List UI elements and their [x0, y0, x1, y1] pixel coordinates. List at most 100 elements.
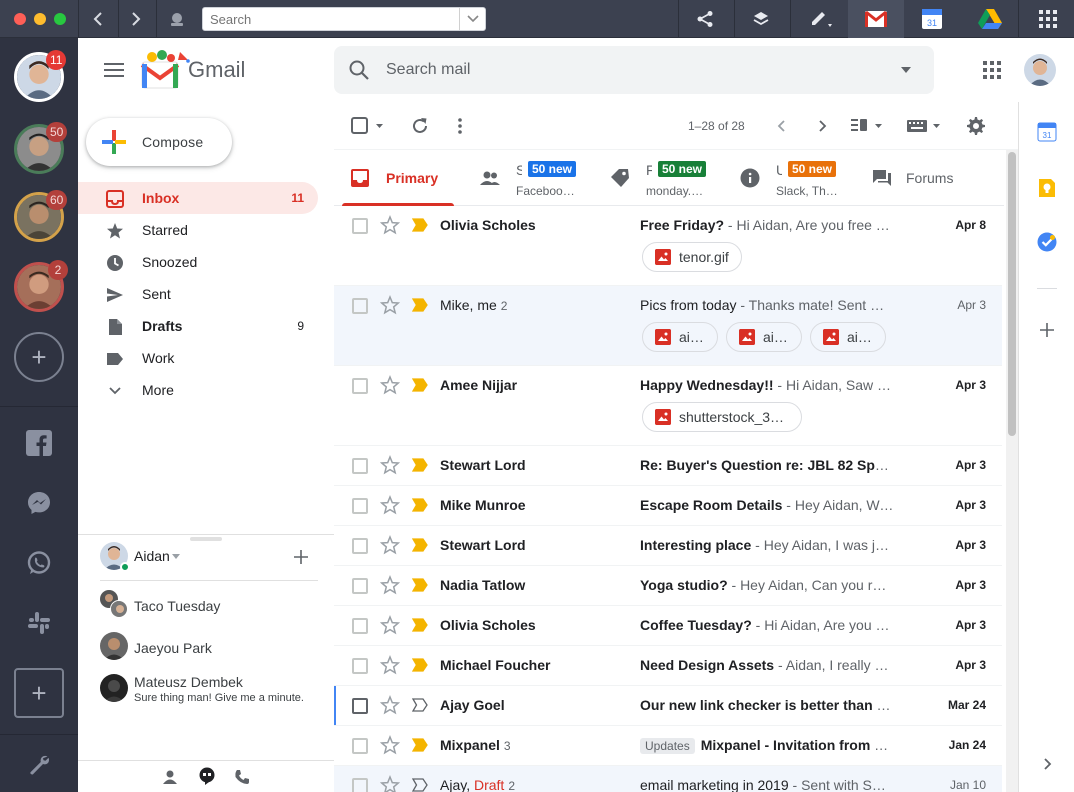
wrench-icon[interactable]: [24, 750, 54, 780]
star-icon[interactable]: [380, 455, 400, 475]
row-checkbox[interactable]: [352, 738, 368, 754]
importance-marker-icon[interactable]: [412, 778, 428, 792]
star-icon[interactable]: [380, 695, 400, 715]
input-tools-icon[interactable]: [906, 116, 946, 136]
search-icon[interactable]: [348, 59, 370, 81]
scrollbar-thumb[interactable]: [1008, 152, 1016, 436]
hangouts-contact[interactable]: Mateusz Dembek Sure thing man! Give me a…: [100, 674, 320, 714]
star-icon[interactable]: [380, 575, 400, 595]
row-checkbox[interactable]: [352, 578, 368, 594]
attachment-chip[interactable]: shutterstock_3…: [642, 402, 802, 432]
hangouts-resize-handle[interactable]: [190, 537, 222, 541]
row-checkbox[interactable]: [352, 618, 368, 634]
row-checkbox[interactable]: [352, 778, 368, 792]
attachment-chip[interactable]: ai…: [726, 322, 802, 352]
email-row[interactable]: Stewart Lord Interesting place - Hey Aida…: [334, 526, 1002, 566]
more-options-icon[interactable]: [450, 116, 470, 136]
email-row[interactable]: Stewart Lord Re: Buyer's Question re: JBL…: [334, 446, 1002, 486]
main-menu-icon[interactable]: [104, 60, 124, 80]
tab-forums-f[interactable]: F 50 new monday.…: [596, 150, 716, 206]
add-account-button[interactable]: +: [14, 332, 64, 382]
attachment-chip[interactable]: ai…: [810, 322, 886, 352]
settings-gear-icon[interactable]: [966, 116, 986, 136]
sidebar-item-starred[interactable]: Starred: [78, 214, 318, 246]
row-checkbox[interactable]: [352, 498, 368, 514]
search-options-icon[interactable]: [900, 66, 912, 74]
keep-panel-icon[interactable]: [1037, 178, 1057, 198]
add-addon-icon[interactable]: [1037, 320, 1057, 340]
star-icon[interactable]: [380, 775, 400, 792]
attachment-chip[interactable]: ai…: [642, 322, 718, 352]
older-page-icon[interactable]: [812, 116, 832, 136]
maximize-window-button[interactable]: [54, 13, 66, 25]
email-row[interactable]: Amee Nijjar Happy Wednesday!! - Hi Aidan,…: [334, 366, 1002, 446]
star-icon[interactable]: [380, 655, 400, 675]
sidebar-item-sent[interactable]: Sent: [78, 278, 318, 310]
email-row[interactable]: Nadia Tatlow Yoga studio? - Hey Aidan, Ca…: [334, 566, 1002, 606]
star-icon[interactable]: [380, 295, 400, 315]
sidebar-item-drafts[interactable]: Drafts 9: [78, 310, 318, 342]
importance-marker-icon[interactable]: [412, 538, 428, 552]
share-icon[interactable]: [690, 0, 720, 38]
tab-updates[interactable]: U 50 new Slack, Th…: [726, 150, 846, 206]
close-window-button[interactable]: [14, 13, 26, 25]
gmail-app-icon[interactable]: [848, 0, 904, 38]
importance-marker-icon[interactable]: [412, 498, 428, 512]
email-row[interactable]: Olivia Scholes Free Friday? - Hi Aidan, A…: [334, 206, 1002, 286]
whatsapp-icon[interactable]: [24, 548, 54, 578]
calendar-panel-icon[interactable]: 31: [1037, 122, 1057, 142]
profile-avatar[interactable]: [1024, 54, 1056, 86]
star-icon[interactable]: [380, 215, 400, 235]
facebook-icon[interactable]: [24, 428, 54, 458]
slack-icon[interactable]: [24, 608, 54, 638]
hangouts-me[interactable]: Aidan: [100, 542, 320, 578]
tab-primary[interactable]: Primary: [334, 150, 454, 206]
minimize-window-button[interactable]: [34, 13, 46, 25]
row-checkbox[interactable]: [352, 298, 368, 314]
phone-icon[interactable]: [234, 769, 250, 785]
refresh-icon[interactable]: [410, 116, 430, 136]
importance-marker-icon[interactable]: [412, 658, 428, 672]
star-icon[interactable]: [380, 495, 400, 515]
sidebar-item-work[interactable]: Work: [78, 342, 318, 374]
email-row[interactable]: Mike, me 2 Pics from today - Thanks mate! …: [334, 286, 1002, 366]
chevron-down-icon[interactable]: [459, 8, 485, 30]
importance-marker-icon[interactable]: [412, 378, 428, 392]
browser-search[interactable]: [202, 7, 486, 31]
split-pane-icon[interactable]: [850, 116, 890, 136]
tasks-panel-icon[interactable]: [1037, 232, 1057, 252]
row-checkbox[interactable]: [352, 658, 368, 674]
attachment-chip[interactable]: tenor.gif: [642, 242, 742, 272]
new-chat-icon[interactable]: [294, 550, 308, 564]
email-row[interactable]: Mixpanel 3 Updates Mixpanel - Invitation fr…: [334, 726, 1002, 766]
email-row[interactable]: Olivia Scholes Coffee Tuesday? - Hi Aidan…: [334, 606, 1002, 646]
calendar-app-icon[interactable]: 31: [904, 0, 960, 38]
expand-panel-icon[interactable]: [1037, 754, 1057, 774]
star-icon[interactable]: [380, 615, 400, 635]
email-row[interactable]: Michael Foucher Need Design Assets - Aida…: [334, 646, 1002, 686]
row-checkbox[interactable]: [352, 218, 368, 234]
email-row[interactable]: Mike Munroe Escape Room Details - Hey Aid…: [334, 486, 1002, 526]
importance-marker-icon[interactable]: [412, 458, 428, 472]
importance-marker-icon[interactable]: [412, 298, 428, 312]
apps-grid-icon[interactable]: [1030, 0, 1066, 38]
star-icon[interactable]: [380, 735, 400, 755]
person-icon[interactable]: [162, 769, 178, 785]
hangouts-contact[interactable]: Jaeyou Park: [100, 632, 320, 668]
row-checkbox[interactable]: [352, 458, 368, 474]
importance-marker-icon[interactable]: [412, 578, 428, 592]
messenger-icon[interactable]: [24, 488, 54, 518]
google-apps-icon[interactable]: [982, 60, 1002, 80]
importance-marker-icon[interactable]: [412, 698, 428, 712]
layers-icon[interactable]: [746, 0, 776, 38]
hangouts-contact[interactable]: Taco Tuesday: [100, 590, 320, 626]
compose-button[interactable]: Compose: [86, 118, 232, 166]
back-icon[interactable]: [84, 0, 112, 38]
forward-icon[interactable]: [122, 0, 150, 38]
browser-search-input[interactable]: [203, 8, 453, 30]
drive-app-icon[interactable]: [962, 0, 1018, 38]
hangouts-chat-icon[interactable]: [198, 767, 216, 785]
search-mail-input[interactable]: [386, 58, 866, 82]
add-app-button[interactable]: +: [14, 668, 64, 718]
row-checkbox[interactable]: [352, 378, 368, 394]
